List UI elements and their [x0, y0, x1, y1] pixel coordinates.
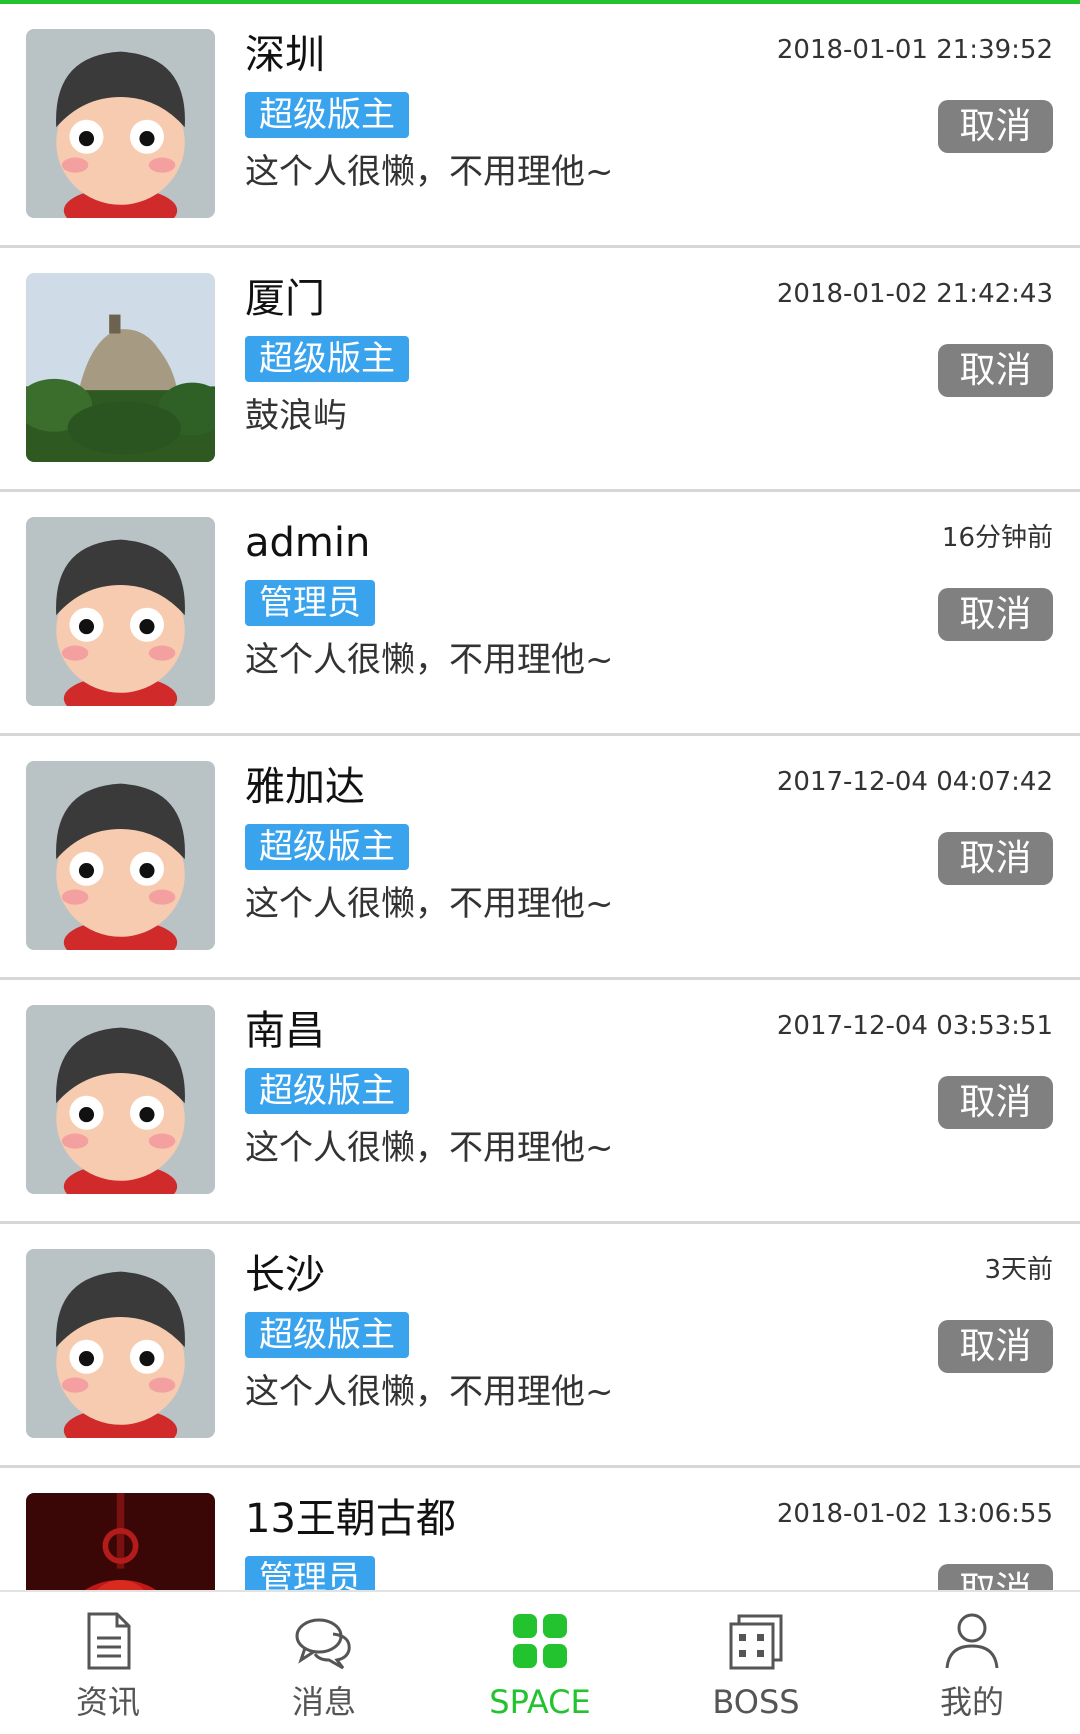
tab-label: 我的	[939, 1683, 1004, 1721]
avatar[interactable]	[26, 761, 215, 950]
tab-profile[interactable]: 我的	[864, 1592, 1080, 1734]
timestamp: 2017-12-04 04:07:42	[776, 767, 1053, 797]
role-badge: 管理员	[245, 1556, 375, 1590]
bottom-tab-bar: 资讯 消息 SPACE BOSS 我的	[0, 1590, 1080, 1734]
cancel-button[interactable]: 取消	[938, 1076, 1053, 1129]
member-signature: 这个人很懒，不用理他~	[245, 884, 614, 924]
list-item[interactable]: admin 管理员 这个人很懒，不用理他~ 16分钟前 取消	[0, 492, 1080, 736]
role-badge: 超级版主	[245, 336, 409, 382]
list-item[interactable]: 南昌 超级版主 这个人很懒，不用理他~ 2017-12-04 03:53:51 …	[0, 980, 1080, 1224]
member-name: 厦门	[245, 276, 325, 322]
avatar[interactable]	[26, 517, 215, 706]
grid-icon	[507, 1608, 573, 1674]
member-name: 雅加达	[245, 764, 365, 810]
list-item[interactable]: 13王朝古都 管理员 2018-01-02 13:06:55 取消	[0, 1468, 1080, 1590]
member-signature: 鼓浪屿	[245, 396, 347, 436]
avatar[interactable]	[26, 273, 215, 462]
tab-label: BOSS	[712, 1683, 800, 1721]
member-signature: 这个人很懒，不用理他~	[245, 1372, 614, 1412]
member-signature: 这个人很懒，不用理他~	[245, 640, 614, 680]
member-name: admin	[245, 520, 371, 566]
timestamp: 2018-01-02 21:42:43	[776, 279, 1053, 309]
list-item[interactable]: 厦门 超级版主 鼓浪屿 2018-01-02 21:42:43 取消	[0, 248, 1080, 492]
tab-space[interactable]: SPACE	[432, 1592, 648, 1734]
tab-messages[interactable]: 消息	[216, 1592, 432, 1734]
timestamp: 2018-01-02 13:06:55	[776, 1499, 1053, 1529]
role-badge: 超级版主	[245, 824, 409, 870]
avatar[interactable]	[26, 1249, 215, 1438]
role-badge: 超级版主	[245, 92, 409, 138]
tab-label: 资讯	[75, 1683, 140, 1721]
building-icon	[723, 1608, 789, 1674]
cancel-button[interactable]: 取消	[938, 100, 1053, 153]
tab-news[interactable]: 资讯	[0, 1592, 216, 1734]
document-icon	[75, 1608, 141, 1674]
member-list: 深圳 超级版主 这个人很懒，不用理他~ 2018-01-01 21:39:52 …	[0, 4, 1080, 1590]
cancel-button[interactable]: 取消	[938, 1320, 1053, 1373]
tab-label: SPACE	[489, 1683, 591, 1721]
chat-bubbles-icon	[291, 1608, 357, 1674]
person-icon	[939, 1608, 1005, 1674]
tab-boss[interactable]: BOSS	[648, 1592, 864, 1734]
timestamp: 2017-12-04 03:53:51	[776, 1011, 1053, 1041]
avatar[interactable]	[26, 29, 215, 218]
member-signature: 这个人很懒，不用理他~	[245, 152, 614, 192]
member-name: 南昌	[245, 1008, 325, 1054]
avatar[interactable]	[26, 1005, 215, 1194]
timestamp: 2018-01-01 21:39:52	[776, 35, 1053, 65]
timestamp: 3天前	[984, 1255, 1053, 1285]
cancel-button[interactable]: 取消	[938, 588, 1053, 641]
role-badge: 管理员	[245, 580, 375, 626]
role-badge: 超级版主	[245, 1068, 409, 1114]
list-item[interactable]: 长沙 超级版主 这个人很懒，不用理他~ 3天前 取消	[0, 1224, 1080, 1468]
list-item[interactable]: 雅加达 超级版主 这个人很懒，不用理他~ 2017-12-04 04:07:42…	[0, 736, 1080, 980]
member-signature: 这个人很懒，不用理他~	[245, 1128, 614, 1168]
role-badge: 超级版主	[245, 1312, 409, 1358]
cancel-button[interactable]: 取消	[938, 832, 1053, 885]
avatar[interactable]	[26, 1493, 215, 1590]
cancel-button[interactable]: 取消	[938, 344, 1053, 397]
list-item[interactable]: 深圳 超级版主 这个人很懒，不用理他~ 2018-01-01 21:39:52 …	[0, 4, 1080, 248]
cancel-button[interactable]: 取消	[938, 1564, 1053, 1590]
timestamp: 16分钟前	[941, 523, 1053, 553]
member-name: 长沙	[245, 1252, 325, 1298]
tab-label: 消息	[291, 1683, 356, 1721]
member-name: 深圳	[245, 32, 325, 78]
member-name: 13王朝古都	[245, 1496, 456, 1542]
